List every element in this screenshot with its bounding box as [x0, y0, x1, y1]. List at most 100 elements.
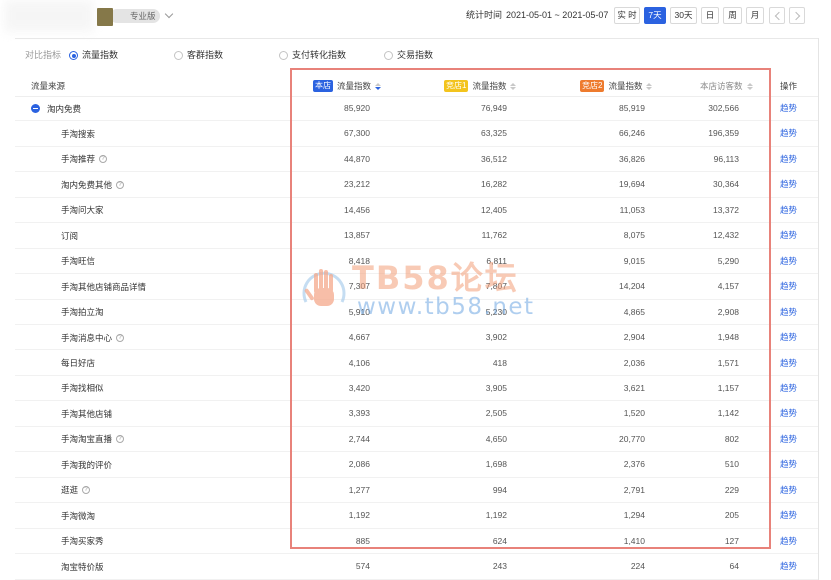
column-header-rival1-traffic-index[interactable]: 竞店1 流量指数	[444, 76, 517, 96]
column-header-own-visitors[interactable]: 本店访客数	[700, 76, 753, 96]
trend-link[interactable]: 趋势	[780, 503, 797, 528]
source-name-cell: 淘内免费	[47, 96, 81, 121]
trend-link[interactable]: 趋势	[780, 351, 797, 376]
rival2-traffic-index: 8,075	[623, 230, 645, 241]
sort-desc-icon[interactable]	[375, 82, 382, 90]
question-circle-icon[interactable]	[99, 155, 108, 164]
question-circle-icon[interactable]	[116, 435, 125, 444]
chevron-left-icon[interactable]	[769, 7, 785, 24]
source-name-cell: 手淘其他店铺	[61, 401, 112, 426]
period-button[interactable]: 实 时	[614, 7, 640, 24]
trend-link[interactable]: 趋势	[780, 401, 797, 426]
source-name: 手淘推荐	[61, 154, 96, 165]
period-nav	[769, 7, 805, 24]
compare-option-label: 交易指数	[397, 50, 434, 60]
rival1-traffic-index: 3,902	[485, 332, 507, 343]
period-button[interactable]: 30天	[670, 7, 697, 24]
rival1-traffic-index: 36,512	[481, 153, 507, 164]
own-visitors: 802	[724, 433, 739, 444]
column-header-own-traffic-index[interactable]: 本店 流量指数	[313, 76, 382, 96]
table-row: 手淘消息中心 4,667 3,902 2,904 1,948 趋势	[15, 325, 818, 351]
radio-icon[interactable]	[384, 51, 393, 60]
rival1-traffic-index: 994	[492, 484, 507, 495]
source-name: 手淘其他店铺	[61, 408, 113, 419]
chevron-right-icon[interactable]	[789, 7, 805, 24]
period-button[interactable]: 日	[701, 7, 719, 24]
rival2-traffic-index: 14,204	[619, 281, 645, 292]
column-header-label: 流量指数	[472, 81, 507, 91]
trend-link[interactable]: 趋势	[780, 452, 797, 477]
trend-link[interactable]: 趋势	[780, 147, 797, 172]
trend-link[interactable]: 趋势	[780, 427, 797, 452]
rival1-traffic-index: 624	[492, 535, 507, 546]
chevron-down-icon[interactable]	[164, 9, 174, 19]
question-circle-icon[interactable]	[82, 486, 91, 495]
store-avatar-icon[interactable]	[97, 8, 113, 26]
trend-link[interactable]: 趋势	[780, 554, 797, 579]
period-button[interactable]: 周	[723, 7, 742, 24]
radio-icon[interactable]	[174, 51, 183, 60]
trend-link[interactable]: 趋势	[780, 325, 797, 350]
rival1-traffic-index: 76,949	[481, 103, 507, 113]
trend-link[interactable]: 趋势	[780, 376, 797, 401]
rival2-traffic-index: 224	[630, 561, 645, 572]
trend-link[interactable]: 趋势	[780, 478, 797, 503]
source-name-cell: 订阅	[61, 223, 78, 248]
column-header-rival2-traffic-index[interactable]: 竞店2 流量指数	[580, 76, 653, 96]
trend-link[interactable]: 趋势	[780, 121, 797, 146]
own-traffic-index: 3,420	[348, 382, 370, 393]
table-row: 手淘推荐 44,870 36,512 36,826 96,113 趋势	[15, 147, 818, 173]
source-name-cell: 手淘微淘	[61, 503, 95, 528]
column-header-label: 流量指数	[337, 81, 372, 91]
trend-link[interactable]: 趋势	[780, 172, 797, 197]
question-circle-icon[interactable]	[116, 180, 125, 189]
source-name-cell: 每日好店	[61, 351, 95, 376]
trend-link[interactable]: 趋势	[780, 96, 797, 121]
sort-icon[interactable]	[746, 82, 753, 90]
source-name-cell: 手淘问大家	[61, 198, 104, 223]
source-name: 逛逛	[61, 485, 79, 496]
sort-icon[interactable]	[646, 82, 653, 90]
own-traffic-index: 3,393	[348, 408, 370, 419]
source-name-cell: 手淘推荐	[61, 147, 108, 172]
table-row: 手淘旺信 8,418 6,811 9,015 5,290 趋势	[15, 249, 818, 275]
own-visitors: 30,364	[713, 179, 739, 190]
own-visitors: 302,566	[708, 103, 739, 113]
rival1-traffic-index: 5,230	[485, 306, 507, 317]
trend-link[interactable]: 趋势	[780, 198, 797, 223]
sort-up-arrow	[646, 82, 653, 86]
own-traffic-index: 2,086	[348, 459, 370, 470]
compare-option[interactable]: 客群指数	[174, 50, 223, 61]
own-visitors: 205	[724, 510, 739, 521]
source-name: 手淘微淘	[61, 510, 96, 521]
trend-link[interactable]: 趋势	[780, 223, 797, 248]
source-name-cell: 淘宝特价版	[61, 554, 104, 579]
table-row: 淘宝特价版 574 243 224 64 趋势	[15, 554, 818, 580]
radio-icon[interactable]	[279, 51, 288, 60]
radio-selected-icon[interactable]	[69, 51, 78, 60]
trend-link[interactable]: 趋势	[780, 274, 797, 299]
period-button[interactable]: 7天	[644, 7, 666, 24]
table-row: 手淘其他店铺商品详情 7,307 7,807 14,204 4,157 趋势	[15, 274, 818, 300]
compare-option[interactable]: 交易指数	[384, 50, 433, 61]
sort-icon[interactable]	[510, 82, 517, 90]
rival2-traffic-index: 2,904	[623, 332, 645, 343]
period-selector: 实 时 7天 30天日周月	[614, 7, 764, 24]
collapse-icon[interactable]	[31, 104, 40, 113]
trend-link[interactable]: 趋势	[780, 249, 797, 274]
source-name-cell: 淘内免费其他	[61, 172, 125, 197]
rival1-traffic-index: 418	[492, 357, 507, 368]
source-name: 手淘淘宝直播	[61, 434, 113, 445]
source-name: 手淘拍立淘	[61, 307, 104, 318]
rival1-traffic-index: 6,811	[486, 255, 507, 266]
column-header-label: 本店访客数	[700, 81, 743, 91]
compare-option[interactable]: 支付转化指数	[279, 50, 346, 61]
trend-link[interactable]: 趋势	[780, 300, 797, 325]
edition-badge[interactable]: 专业版	[110, 9, 160, 23]
period-button[interactable]: 月	[746, 7, 764, 24]
own-traffic-index: 2,744	[348, 433, 370, 444]
compare-option[interactable]: 流量指数	[69, 50, 118, 61]
trend-link[interactable]: 趋势	[780, 529, 797, 554]
question-circle-icon[interactable]	[116, 333, 125, 342]
source-name: 手淘旺信	[61, 256, 96, 267]
